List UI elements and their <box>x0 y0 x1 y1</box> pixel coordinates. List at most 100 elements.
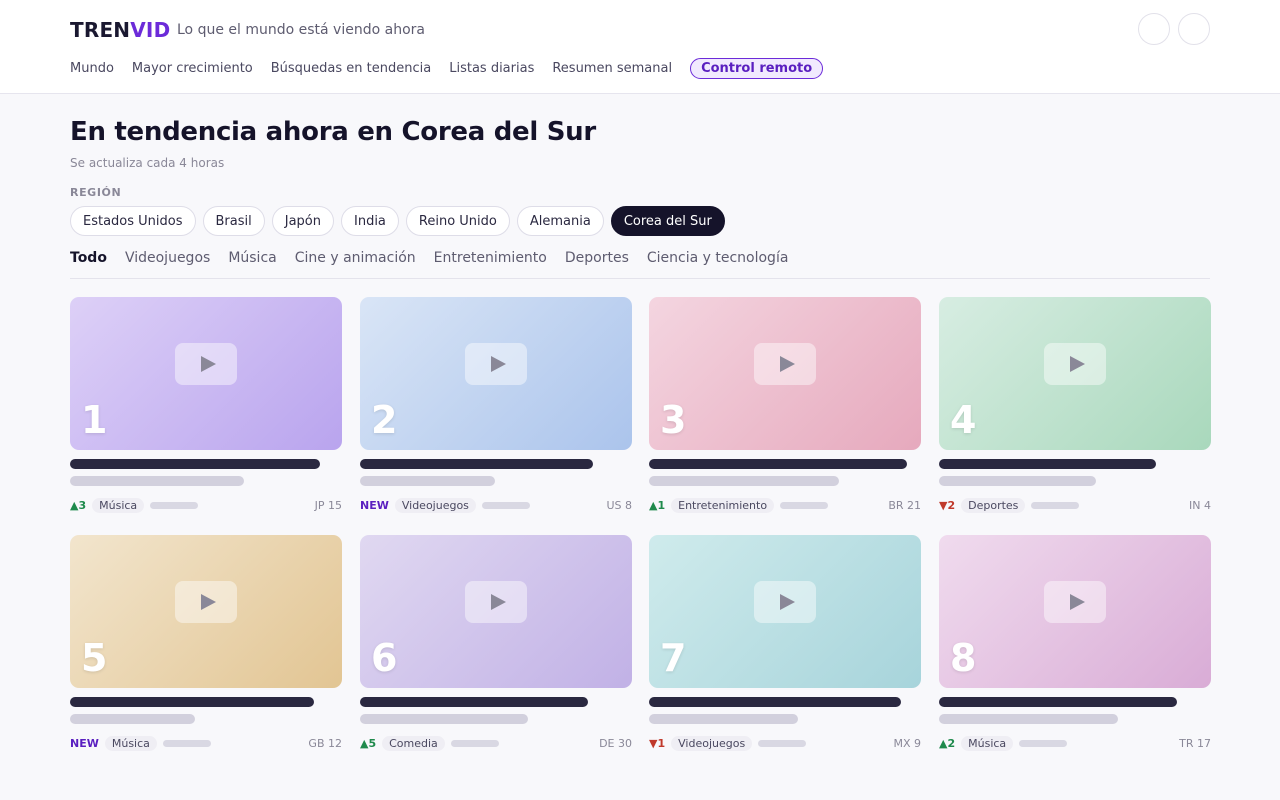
meta-placeholder <box>150 501 199 509</box>
region-chip-india[interactable]: India <box>341 206 399 236</box>
country-rank: MX 9 <box>893 736 921 750</box>
meta-placeholder <box>758 739 807 747</box>
category-tag: Videojuegos <box>394 497 476 513</box>
video-meta: ▲1 Entretenimiento BR 21 <box>649 497 921 513</box>
circle-button-1[interactable] <box>1138 13 1170 45</box>
rank-number: 1 <box>81 398 108 442</box>
country-rank: TR 17 <box>1179 736 1211 750</box>
region-label: REGIÓN <box>70 186 122 199</box>
trend-badge: NEW <box>70 736 99 750</box>
video-thumbnail[interactable]: 2 <box>360 297 632 450</box>
tab-entretenimiento[interactable]: Entretenimiento <box>434 250 547 278</box>
main-nav: Mundo Mayor crecimiento Búsquedas en ten… <box>70 58 841 79</box>
category-tag: Música <box>92 497 145 513</box>
video-thumbnail[interactable]: 8 <box>939 535 1211 688</box>
tab-musica[interactable]: Música <box>228 250 276 278</box>
video-card[interactable]: 5 NEW Música GB 12 <box>70 535 342 760</box>
circle-button-2[interactable] <box>1178 13 1210 45</box>
video-card[interactable]: 3 ▲1 Entretenimiento BR 21 <box>649 297 921 522</box>
video-meta: NEW Música GB 12 <box>70 735 342 751</box>
trend-badge: NEW <box>360 498 389 512</box>
title-placeholder[interactable] <box>939 459 1156 469</box>
title-placeholder[interactable] <box>70 459 320 469</box>
title-placeholder[interactable] <box>649 697 901 707</box>
play-icon[interactable] <box>754 343 816 385</box>
country-rank: IN 4 <box>1189 498 1211 512</box>
video-meta: NEW Videojuegos US 8 <box>360 497 632 513</box>
channel-placeholder <box>649 476 839 486</box>
nav-item-busquedas[interactable]: Búsquedas en tendencia <box>271 61 431 76</box>
tab-todo[interactable]: Todo <box>70 250 107 278</box>
title-placeholder[interactable] <box>649 459 907 469</box>
region-chip-reino-unido[interactable]: Reino Unido <box>405 206 510 236</box>
video-thumbnail[interactable]: 5 <box>70 535 342 688</box>
meta-placeholder <box>481 501 530 509</box>
video-meta: ▲5 Comedia DE 30 <box>360 735 632 751</box>
tab-deportes[interactable]: Deportes <box>565 250 629 278</box>
trend-badge: ▲2 <box>939 736 956 750</box>
video-thumbnail[interactable]: 3 <box>649 297 921 450</box>
tagline: Lo que el mundo está viendo ahora <box>177 22 425 38</box>
region-chips: Estados Unidos Brasil Japón India Reino … <box>70 206 732 236</box>
nav-item-mayor-crecimiento[interactable]: Mayor crecimiento <box>132 61 253 76</box>
trend-badge: ▲5 <box>360 736 377 750</box>
play-icon[interactable] <box>465 343 527 385</box>
meta-placeholder <box>1031 501 1080 509</box>
nav-item-listas-diarias[interactable]: Listas diarias <box>449 61 534 76</box>
trend-badge: ▲3 <box>70 498 87 512</box>
country-rank: GB 12 <box>308 736 342 750</box>
video-thumbnail[interactable]: 7 <box>649 535 921 688</box>
title-placeholder[interactable] <box>939 697 1177 707</box>
video-thumbnail[interactable]: 4 <box>939 297 1211 450</box>
rank-number: 8 <box>950 636 977 680</box>
category-tag: Comedia <box>382 735 445 751</box>
trend-badge: ▼2 <box>939 498 956 512</box>
nav-item-control-remoto[interactable]: Control remoto <box>690 58 824 79</box>
video-meta: ▼2 Deportes IN 4 <box>939 497 1211 513</box>
country-rank: BR 21 <box>888 498 921 512</box>
tab-cine-animacion[interactable]: Cine y animación <box>295 250 416 278</box>
tab-videojuegos[interactable]: Videojuegos <box>125 250 210 278</box>
nav-item-resumen-semanal[interactable]: Resumen semanal <box>552 61 672 76</box>
tab-ciencia-tecnologia[interactable]: Ciencia y tecnología <box>647 250 789 278</box>
video-meta: ▲2 Música TR 17 <box>939 735 1211 751</box>
video-card[interactable]: 6 ▲5 Comedia DE 30 <box>360 535 632 760</box>
nav-item-mundo[interactable]: Mundo <box>70 61 114 76</box>
title-placeholder[interactable] <box>360 697 588 707</box>
video-card[interactable]: 7 ▼1 Videojuegos MX 9 <box>649 535 921 760</box>
play-icon[interactable] <box>175 581 237 623</box>
region-chip-brasil[interactable]: Brasil <box>202 206 265 236</box>
video-thumbnail[interactable]: 6 <box>360 535 632 688</box>
country-rank: DE 30 <box>599 736 632 750</box>
rank-number: 5 <box>81 636 108 680</box>
meta-placeholder <box>162 739 211 747</box>
title-placeholder[interactable] <box>360 459 593 469</box>
page-title: En tendencia ahora en Corea del Sur <box>70 117 596 147</box>
video-card[interactable]: 1 ▲3 Música JP 15 <box>70 297 342 522</box>
channel-placeholder <box>360 476 495 486</box>
play-icon[interactable] <box>175 343 237 385</box>
play-icon[interactable] <box>754 581 816 623</box>
region-chip-corea-del-sur[interactable]: Corea del Sur <box>610 206 725 236</box>
play-icon[interactable] <box>465 581 527 623</box>
region-chip-estados-unidos[interactable]: Estados Unidos <box>70 206 196 236</box>
region-chip-japon[interactable]: Japón <box>271 206 334 236</box>
rank-number: 2 <box>371 398 398 442</box>
category-tag: Entretenimiento <box>671 497 775 513</box>
video-card[interactable]: 4 ▼2 Deportes IN 4 <box>939 297 1211 522</box>
video-card[interactable]: 2 NEW Videojuegos US 8 <box>360 297 632 522</box>
category-tag: Música <box>961 735 1014 751</box>
region-chip-alemania[interactable]: Alemania <box>516 206 604 236</box>
video-thumbnail[interactable]: 1 <box>70 297 342 450</box>
trend-badge: ▼1 <box>649 736 666 750</box>
title-placeholder[interactable] <box>70 697 314 707</box>
country-rank: US 8 <box>606 498 632 512</box>
top-header: TRENVID Lo que el mundo está viendo ahor… <box>0 0 1280 94</box>
channel-placeholder <box>649 714 798 724</box>
brand-logo[interactable]: TRENVID <box>70 18 170 42</box>
play-icon[interactable] <box>1044 581 1106 623</box>
video-card[interactable]: 8 ▲2 Música TR 17 <box>939 535 1211 760</box>
play-icon[interactable] <box>1044 343 1106 385</box>
category-tag: Videojuegos <box>671 735 753 751</box>
trend-badge: ▲1 <box>649 498 666 512</box>
